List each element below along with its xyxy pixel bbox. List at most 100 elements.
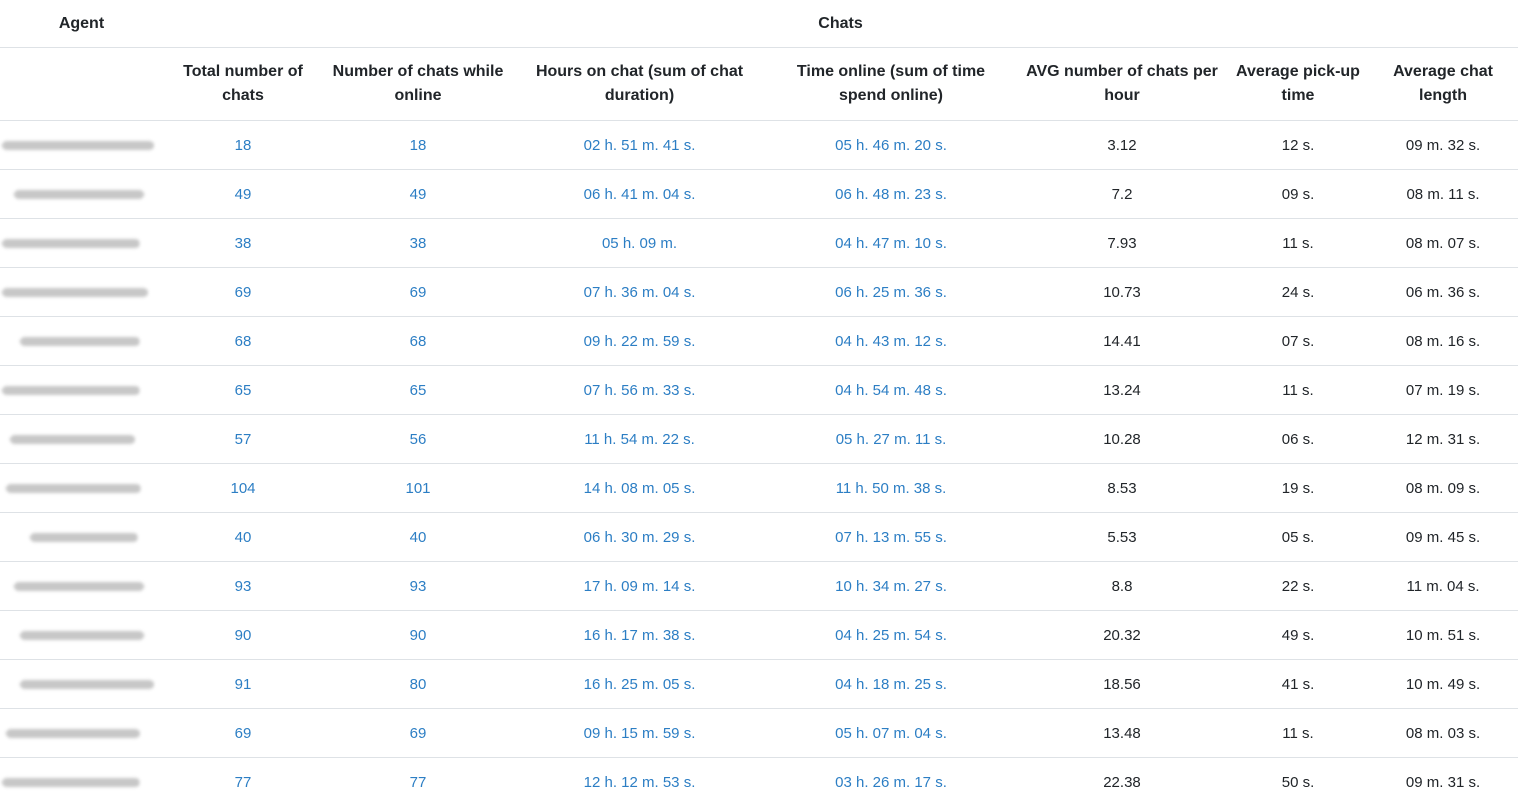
total-chats-link[interactable]: 65	[235, 382, 252, 399]
avg-chat-length-cell: 06 m. 36 s.	[1368, 268, 1518, 317]
hours-on-chat-link[interactable]: 16 h. 25 m. 05 s.	[584, 676, 696, 693]
table-row: 939317 h. 09 m. 14 s.10 h. 34 m. 27 s.8.…	[0, 562, 1518, 611]
chats-while-online-link[interactable]: 69	[410, 725, 427, 742]
agent-name-redacted	[0, 513, 163, 562]
time-online-link[interactable]: 04 h. 18 m. 25 s.	[835, 676, 947, 693]
chats-while-online-link[interactable]: 90	[410, 627, 427, 644]
time-online-link[interactable]: 04 h. 43 m. 12 s.	[835, 333, 947, 350]
time-online-header: Time online (sum of time spend online)	[766, 48, 1016, 121]
time-online-link[interactable]: 06 h. 48 m. 23 s.	[835, 186, 947, 203]
redacted-name-blur	[2, 288, 148, 297]
total-chats-cell: 65	[163, 366, 323, 415]
avg-chats-per-hour-cell: 13.24	[1016, 366, 1228, 415]
total-chats-link[interactable]: 57	[235, 431, 252, 448]
avg-pickup-time-cell: 41 s.	[1228, 660, 1368, 709]
chats-while-online-cell: 101	[323, 464, 513, 513]
total-chats-link[interactable]: 40	[235, 529, 252, 546]
avg-chats-per-hour-value: 5.53	[1107, 529, 1136, 546]
avg-chat-length-value: 08 m. 09 s.	[1406, 480, 1480, 497]
time-online-link[interactable]: 07 h. 13 m. 55 s.	[835, 529, 947, 546]
chats-while-online-link[interactable]: 40	[410, 529, 427, 546]
hours-on-chat-link[interactable]: 07 h. 56 m. 33 s.	[584, 382, 696, 399]
avg-chats-per-hour-value: 7.93	[1107, 235, 1136, 252]
total-chats-link[interactable]: 90	[235, 627, 252, 644]
avg-chat-length-cell: 10 m. 49 s.	[1368, 660, 1518, 709]
time-online-link[interactable]: 05 h. 07 m. 04 s.	[835, 725, 947, 742]
hours-on-chat-cell: 16 h. 25 m. 05 s.	[513, 660, 766, 709]
avg-pickup-time-value: 05 s.	[1282, 529, 1315, 546]
hours-on-chat-link[interactable]: 14 h. 08 m. 05 s.	[584, 480, 696, 497]
agent-name-redacted	[0, 709, 163, 758]
total-chats-cell: 69	[163, 268, 323, 317]
agent-name-redacted	[0, 758, 163, 806]
avg-pickup-time-cell: 50 s.	[1228, 758, 1368, 806]
hours-on-chat-cell: 16 h. 17 m. 38 s.	[513, 611, 766, 660]
chats-while-online-link[interactable]: 65	[410, 382, 427, 399]
avg-chats-per-hour-value: 10.73	[1103, 284, 1141, 301]
avg-chat-length-value: 08 m. 07 s.	[1406, 235, 1480, 252]
agent-name-redacted	[0, 317, 163, 366]
chats-while-online-link[interactable]: 56	[410, 431, 427, 448]
chats-while-online-link[interactable]: 80	[410, 676, 427, 693]
chats-while-online-link[interactable]: 93	[410, 578, 427, 595]
hours-on-chat-link[interactable]: 12 h. 12 m. 53 s.	[584, 774, 696, 791]
chats-while-online-link[interactable]: 69	[410, 284, 427, 301]
table-row: 918016 h. 25 m. 05 s.04 h. 18 m. 25 s.18…	[0, 660, 1518, 709]
total-chats-link[interactable]: 77	[235, 774, 252, 791]
time-online-link[interactable]: 11 h. 50 m. 38 s.	[836, 480, 947, 497]
hours-on-chat-link[interactable]: 11 h. 54 m. 22 s.	[584, 431, 695, 448]
total-chats-link[interactable]: 18	[235, 137, 252, 154]
time-online-link[interactable]: 03 h. 26 m. 17 s.	[835, 774, 947, 791]
avg-chats-per-hour-cell: 8.53	[1016, 464, 1228, 513]
total-chats-cell: 104	[163, 464, 323, 513]
avg-chats-per-hour-value: 22.38	[1103, 774, 1141, 791]
chats-while-online-link[interactable]: 101	[405, 480, 430, 497]
total-chats-link[interactable]: 38	[235, 235, 252, 252]
total-chats-link[interactable]: 104	[230, 480, 255, 497]
hours-on-chat-link[interactable]: 09 h. 15 m. 59 s.	[584, 725, 696, 742]
agent-name-redacted	[0, 170, 163, 219]
time-online-link[interactable]: 06 h. 25 m. 36 s.	[835, 284, 947, 301]
chats-while-online-cell: 56	[323, 415, 513, 464]
time-online-link[interactable]: 10 h. 34 m. 27 s.	[835, 578, 947, 595]
avg-pickup-time-cell: 12 s.	[1228, 121, 1368, 170]
avg-chat-length-value: 12 m. 31 s.	[1406, 431, 1480, 448]
total-chats-link[interactable]: 49	[235, 186, 252, 203]
hours-on-chat-link[interactable]: 07 h. 36 m. 04 s.	[584, 284, 696, 301]
table-row: 68 68 09 h. 22 m. 59 s. 04 h. 43 m. 12 s. 14…	[0, 317, 1518, 366]
total-chats-link[interactable]: 69	[235, 725, 252, 742]
avg-chat-length-value: 10 m. 49 s.	[1406, 676, 1480, 693]
hours-on-chat-link[interactable]: 06 h. 30 m. 29 s.	[584, 529, 696, 546]
redacted-name-blur	[6, 729, 140, 738]
table-row: 909016 h. 17 m. 38 s.04 h. 25 m. 54 s.20…	[0, 611, 1518, 660]
chats-while-online-link[interactable]: 49	[410, 186, 427, 203]
avg-pickup-time-value: 41 s.	[1282, 676, 1315, 693]
table-row: 40 40 06 h. 30 m. 29 s. 07 h. 13 m. 55 s. 5.…	[0, 513, 1518, 562]
chats-while-online-link[interactable]: 77	[410, 774, 427, 791]
hours-on-chat-link[interactable]: 09 h. 22 m. 59 s.	[584, 333, 696, 350]
hours-on-chat-link[interactable]: 06 h. 41 m. 04 s.	[584, 186, 696, 203]
table-row: 104 101 14 h. 08 m. 05 s. 11 h. 50 m. 38 s.…	[0, 464, 1518, 513]
avg-chats-per-hour-cell: 14.41	[1016, 317, 1228, 366]
hours-on-chat-link[interactable]: 16 h. 17 m. 38 s.	[584, 627, 696, 644]
chats-while-online-link[interactable]: 38	[410, 235, 427, 252]
total-chats-link[interactable]: 69	[235, 284, 252, 301]
hours-on-chat-link[interactable]: 05 h. 09 m.	[602, 235, 677, 252]
avg-pickup-time-value: 11 s.	[1282, 382, 1313, 399]
time-online-link[interactable]: 04 h. 47 m. 10 s.	[835, 235, 947, 252]
avg-pickup-time-value: 49 s.	[1282, 627, 1315, 644]
time-online-link[interactable]: 04 h. 54 m. 48 s.	[835, 382, 947, 399]
time-online-link[interactable]: 05 h. 46 m. 20 s.	[835, 137, 947, 154]
chats-while-online-link[interactable]: 68	[410, 333, 427, 350]
chats-group-header: Chats	[163, 0, 1518, 48]
total-chats-link[interactable]: 93	[235, 578, 252, 595]
hours-on-chat-link[interactable]: 17 h. 09 m. 14 s.	[584, 578, 696, 595]
time-online-link[interactable]: 04 h. 25 m. 54 s.	[835, 627, 947, 644]
chats-while-online-link[interactable]: 18	[410, 137, 427, 154]
time-online-cell: 04 h. 25 m. 54 s.	[766, 611, 1016, 660]
avg-chat-length-cell: 09 m. 32 s.	[1368, 121, 1518, 170]
total-chats-link[interactable]: 68	[235, 333, 252, 350]
time-online-link[interactable]: 05 h. 27 m. 11 s.	[836, 431, 947, 448]
total-chats-link[interactable]: 91	[235, 676, 252, 693]
hours-on-chat-link[interactable]: 02 h. 51 m. 41 s.	[584, 137, 696, 154]
